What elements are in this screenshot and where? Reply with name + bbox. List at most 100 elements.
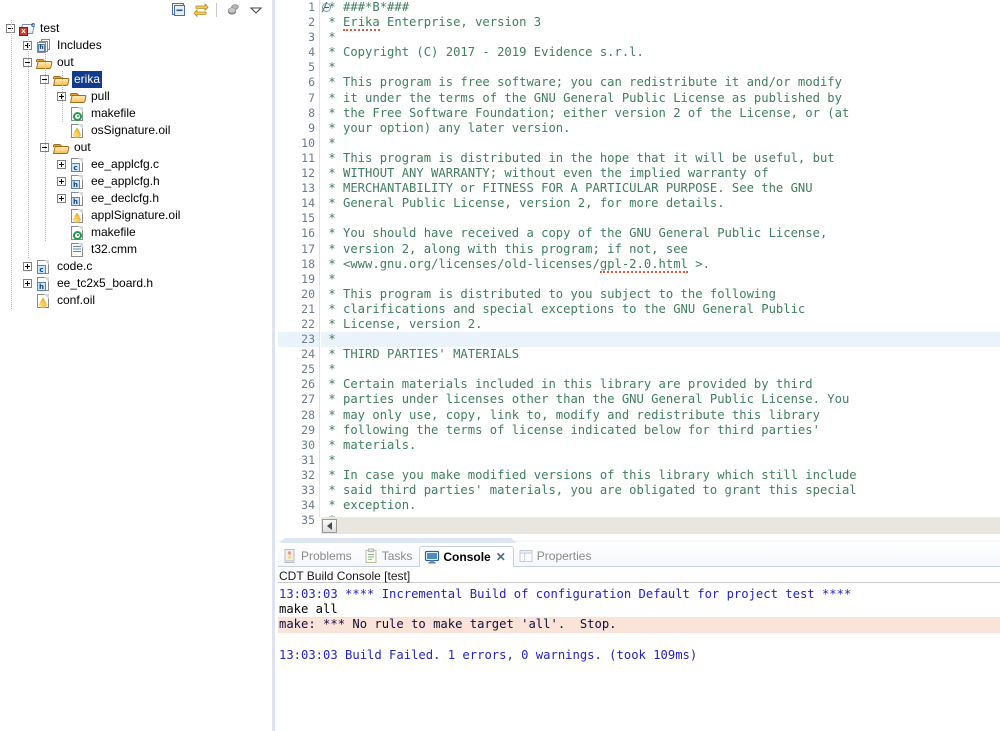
tab-problems[interactable]: Problems: [278, 545, 359, 566]
properties-icon: [518, 548, 534, 564]
tree-guide-line: [11, 20, 12, 309]
code-line[interactable]: * This program is free software; you can…: [321, 75, 1000, 90]
line-number: 6: [308, 75, 315, 90]
tree-item-label: Includes: [57, 38, 102, 52]
tree-item[interactable]: t32.cmm: [0, 241, 272, 258]
editor-console-splitter[interactable]: [278, 537, 1000, 544]
code-line[interactable]: *: [321, 332, 1000, 348]
code-line[interactable]: * materials.: [321, 438, 1000, 453]
tree-item[interactable]: h ee_applcfg.h: [0, 173, 272, 190]
code-line[interactable]: * Erika Enterprise, version 3: [321, 15, 1000, 32]
console-line: 13:03:03 Build Failed. 1 errors, 0 warni…: [279, 647, 698, 662]
tree-item[interactable]: out: [0, 139, 272, 156]
line-number: 8: [308, 105, 315, 120]
tree-item[interactable]: osSignature.oil: [0, 122, 272, 139]
line-number: 3: [308, 30, 315, 45]
expand-icon[interactable]: [57, 194, 66, 203]
source-editor[interactable]: 1 2 3 4 5 6 7 8 9 10 11 12 13 14 15 16 17 18 19 20 21 22 23 24 2…: [278, 0, 1000, 537]
tree-item[interactable]: h ee_tc2x5_board.h: [0, 275, 272, 292]
code-line[interactable]: * version 2, along with this program; if…: [321, 242, 1000, 257]
tree-item[interactable]: h Includes: [0, 37, 272, 54]
code-line[interactable]: * parties under licenses other than the …: [321, 392, 1000, 407]
tab-tasks[interactable]: Tasks: [359, 545, 420, 566]
tree-item[interactable]: out: [0, 54, 272, 71]
link-with-editor-icon[interactable]: [191, 1, 211, 19]
folder-icon: [36, 55, 53, 71]
code-line[interactable]: * In case you make modified versions of …: [321, 468, 1000, 483]
code-line[interactable]: * it under the terms of the GNU General …: [321, 91, 1000, 106]
expand-icon[interactable]: [57, 177, 66, 186]
code-line[interactable]: *: [321, 136, 1000, 151]
line-number: 18: [301, 256, 315, 271]
code-line[interactable]: * the Free Software Foundation; either v…: [321, 106, 1000, 121]
code-line[interactable]: *: [321, 30, 1000, 45]
code-line[interactable]: * may only use, copy, link to, modify an…: [321, 408, 1000, 423]
view-menu-icon[interactable]: [246, 1, 266, 19]
code-line[interactable]: /* ###*B*###: [321, 0, 1000, 15]
code-line[interactable]: *: [321, 60, 1000, 75]
tab-properties[interactable]: Properties: [514, 545, 599, 566]
code-line[interactable]: * Certain materials included in this lib…: [321, 377, 1000, 392]
expand-icon[interactable]: [23, 279, 32, 288]
tree-item-label: makefile: [91, 225, 136, 239]
view-tab-bar[interactable]: Problems Tasks Console ✕ Properties: [278, 544, 1000, 567]
line-number: 9: [308, 120, 315, 135]
editor-text-area[interactable]: /* ###*B*### * Erika Enterprise, version…: [321, 0, 1000, 517]
code-line[interactable]: * This program is distributed to you sub…: [321, 287, 1000, 302]
code-line[interactable]: *: [321, 453, 1000, 468]
editor-horizontal-scrollbar[interactable]: [321, 517, 1000, 534]
code-line[interactable]: * General Public License, version 2, for…: [321, 196, 1000, 211]
code-line[interactable]: * WITHOUT ANY WARRANTY; without even the…: [321, 166, 1000, 181]
project-explorer-view: c x test h Includes out erika pull makefile osSig…: [0, 0, 272, 731]
tree-item-label: ee_applcfg.h: [91, 174, 160, 188]
line-number: 2: [308, 15, 315, 30]
tree-item[interactable]: erika: [0, 71, 272, 88]
folder-icon: [53, 140, 70, 156]
code-line[interactable]: * exception.: [321, 498, 1000, 513]
tree-item[interactable]: pull: [0, 88, 272, 105]
expand-icon[interactable]: [23, 262, 32, 271]
collapse-all-icon[interactable]: [169, 1, 189, 19]
code-line[interactable]: * your option) any later version.: [321, 121, 1000, 136]
code-line[interactable]: *: [321, 211, 1000, 226]
tree-item[interactable]: h ee_declcfg.h: [0, 190, 272, 207]
code-line[interactable]: * This program is distributed in the hop…: [321, 151, 1000, 166]
close-icon[interactable]: ✕: [496, 550, 506, 564]
line-number: 19: [301, 271, 315, 286]
scroll-left-arrow-icon[interactable]: [322, 519, 337, 533]
tree-item[interactable]: c ee_applcfg.c: [0, 156, 272, 173]
project-tree[interactable]: c x test h Includes out erika pull makefile osSig…: [0, 20, 272, 731]
tree-item[interactable]: applSignature.oil: [0, 207, 272, 224]
line-number: 13: [301, 181, 315, 196]
code-line[interactable]: * MERCHANTABILITY or FITNESS FOR A PARTI…: [321, 181, 1000, 196]
console-output[interactable]: 13:03:03 **** Incremental Build of confi…: [278, 583, 1000, 731]
build-targets-icon[interactable]: [224, 1, 244, 19]
expand-icon[interactable]: [57, 160, 66, 169]
code-line[interactable]: * said third parties' materials, you are…: [321, 483, 1000, 498]
tree-item[interactable]: conf.oil: [0, 292, 272, 309]
tree-item[interactable]: makefile: [0, 224, 272, 241]
code-line[interactable]: * <www.gnu.org/licenses/old-licenses/gpl…: [321, 256, 1000, 273]
line-number: 7: [308, 90, 315, 105]
tab-console[interactable]: Console ✕: [419, 546, 514, 567]
code-line[interactable]: * THIRD PARTIES' MATERIALS: [321, 347, 1000, 362]
tree-item[interactable]: makefile: [0, 105, 272, 122]
tree-item[interactable]: c x test: [0, 20, 272, 37]
line-number: 16: [301, 226, 315, 241]
code-line[interactable]: *: [321, 362, 1000, 377]
code-line[interactable]: * following the terms of license indicat…: [321, 423, 1000, 438]
tab-label: Console: [443, 549, 491, 564]
tree-item-label: test: [40, 21, 60, 35]
code-line[interactable]: * License, version 2.: [321, 317, 1000, 332]
code-line[interactable]: * You should have received a copy of the…: [321, 226, 1000, 241]
code-line[interactable]: * clarifications and special exceptions …: [321, 302, 1000, 317]
code-line[interactable]: * Copyright (C) 2017 - 2019 Evidence s.r…: [321, 45, 1000, 60]
tree-item-label: osSignature.oil: [91, 123, 171, 137]
tree-guide-line: [45, 54, 46, 241]
h-header-icon: h: [36, 276, 52, 292]
tree-item[interactable]: c code.c: [0, 258, 272, 275]
code-line[interactable]: *: [321, 272, 1000, 287]
tree-item-label: makefile: [91, 106, 136, 120]
line-number: 31: [301, 452, 315, 467]
